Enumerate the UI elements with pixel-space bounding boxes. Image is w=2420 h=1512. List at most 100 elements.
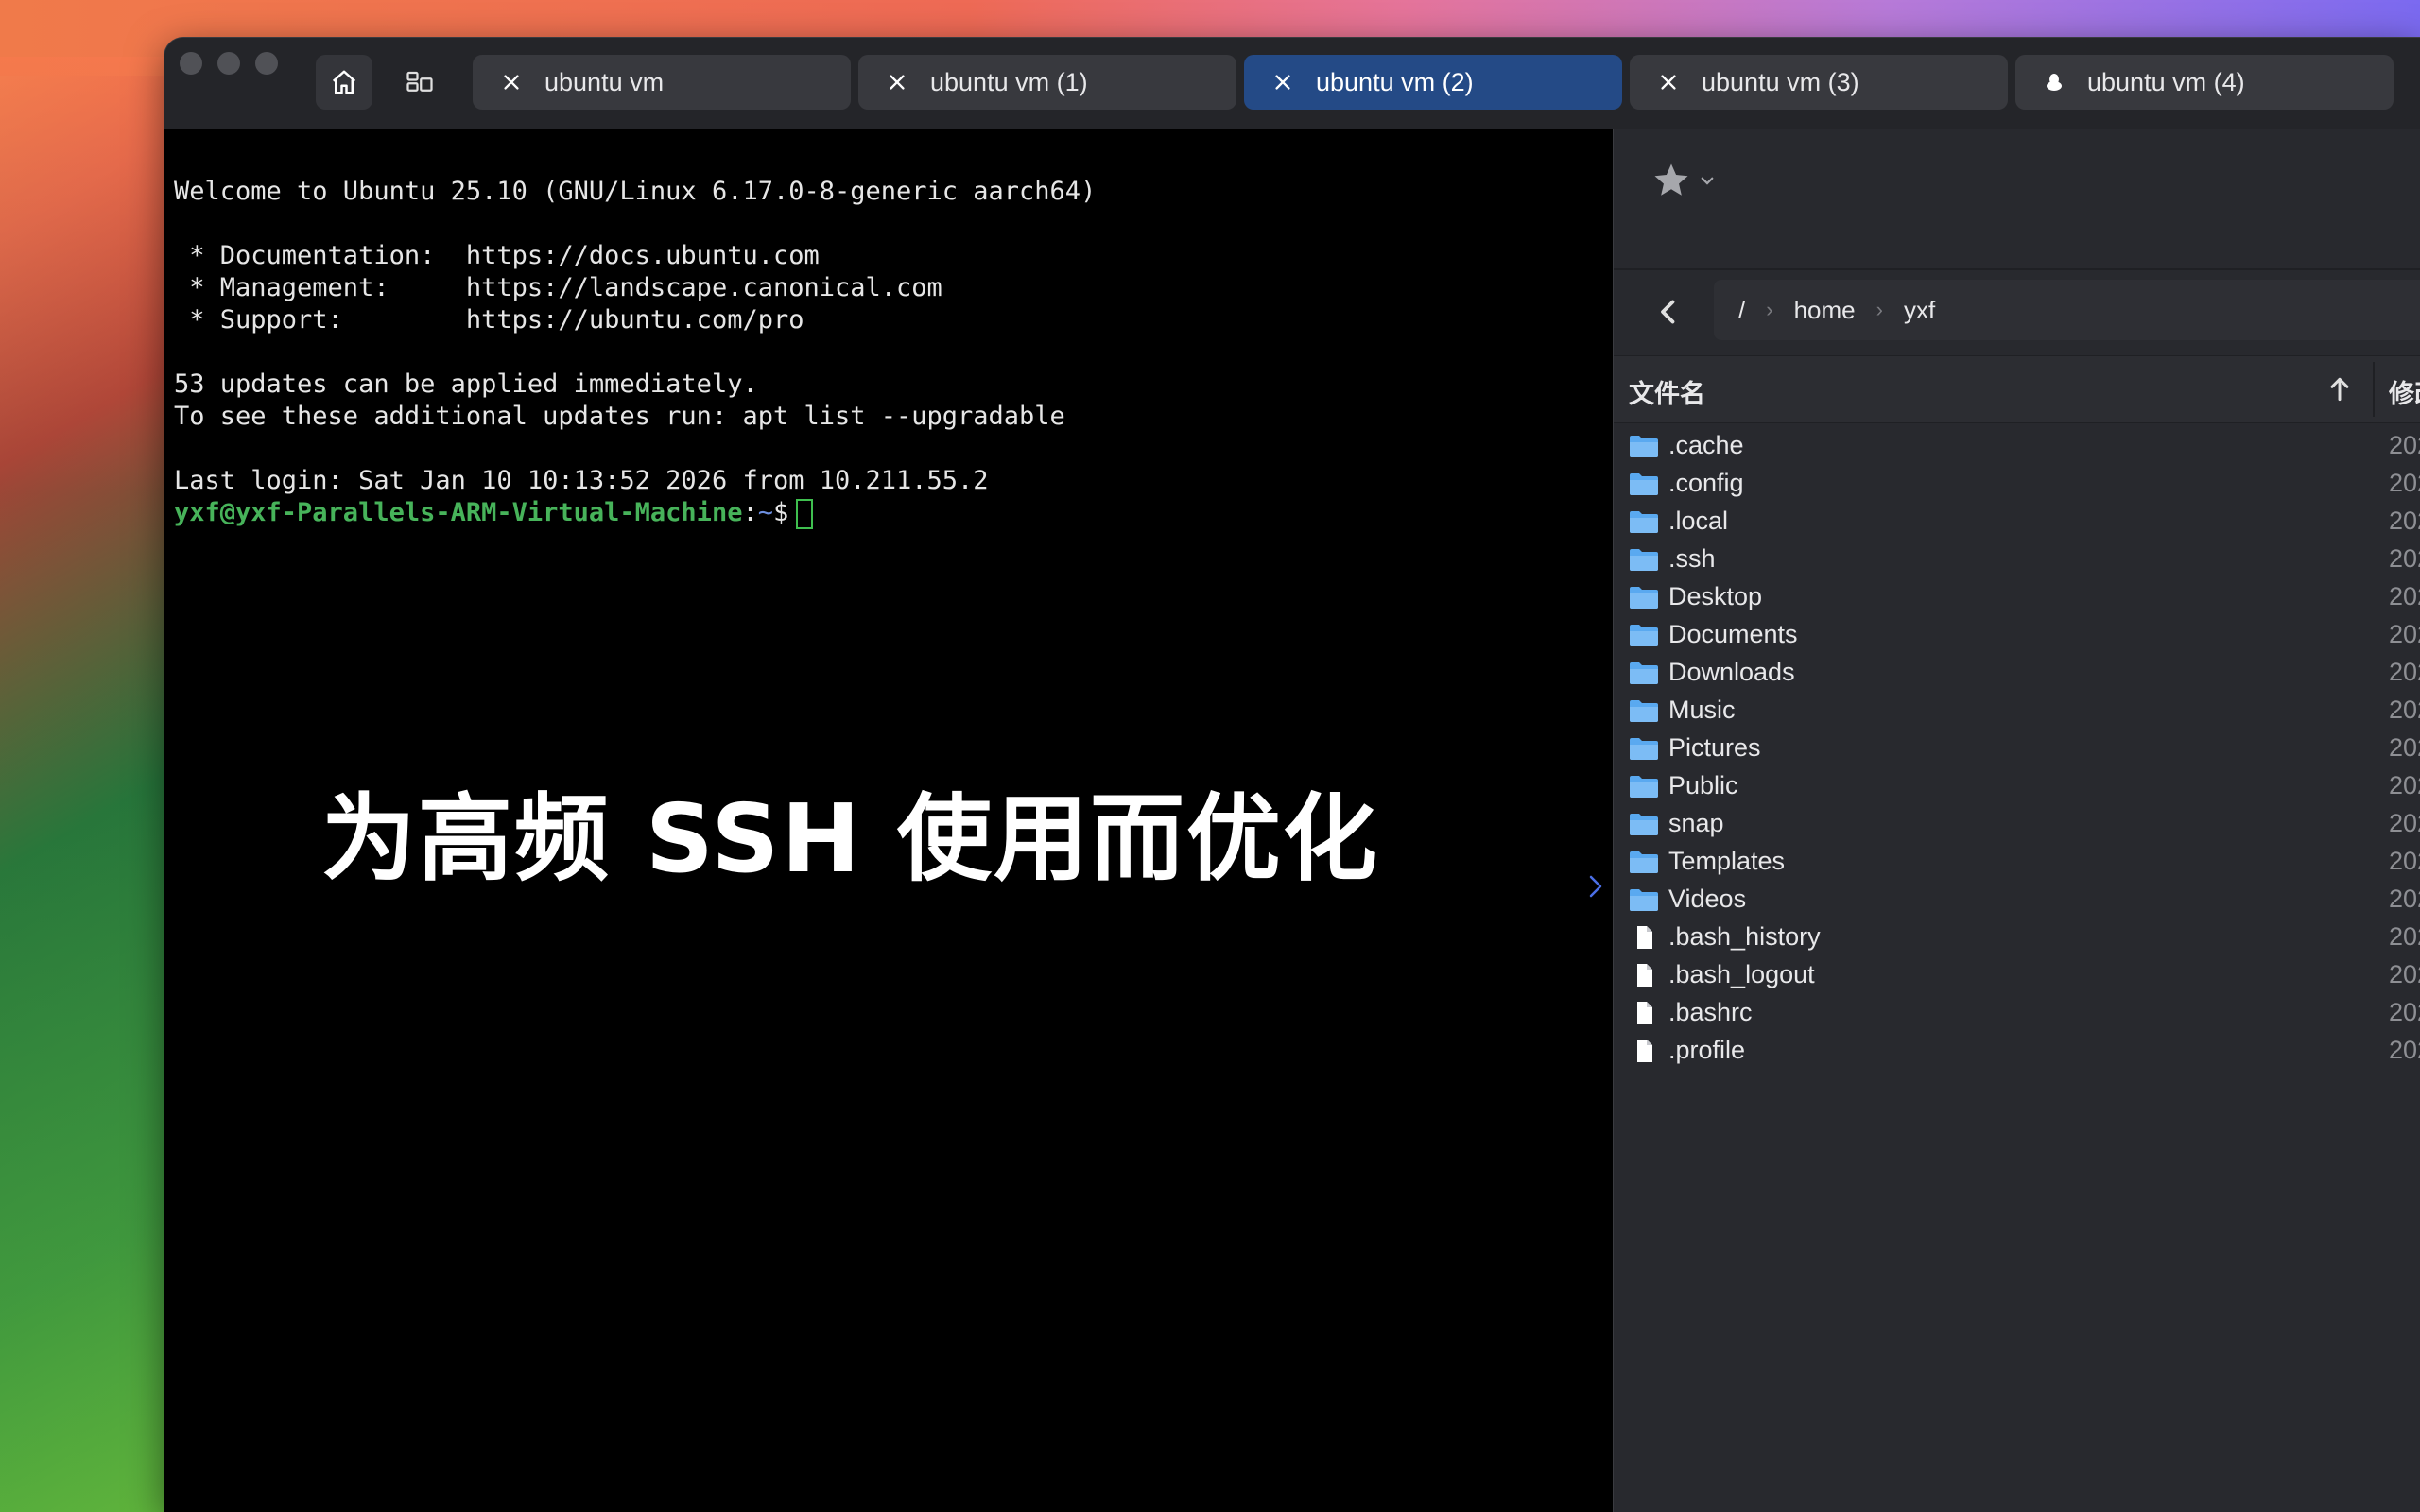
close-icon[interactable] bbox=[499, 70, 524, 94]
file-icon bbox=[1629, 925, 1659, 952]
folder-icon bbox=[1629, 774, 1659, 800]
split-layout-button[interactable] bbox=[391, 55, 448, 110]
breadcrumb-item[interactable]: / bbox=[1738, 296, 1745, 325]
folder-icon bbox=[1629, 812, 1659, 838]
file-name: .profile bbox=[1668, 1036, 1746, 1064]
prompt-path: ~ bbox=[757, 498, 773, 527]
chevron-left-icon bbox=[1661, 300, 1675, 324]
tab-3[interactable]: ubuntu vm (3) bbox=[1630, 55, 2008, 110]
folder-icon bbox=[1629, 661, 1659, 687]
file-modified-date: 2025-12-29 08:3 bbox=[2389, 885, 2420, 913]
app-window: ubuntu vm ubuntu vm (1) ubuntu vm (2) ubunt… bbox=[164, 38, 2420, 1512]
list-item[interactable]: Public 2025-12-29 08:3 bbox=[1614, 767, 2420, 805]
layout-icon bbox=[406, 71, 433, 92]
breadcrumb-separator-icon: › bbox=[1766, 298, 1773, 321]
breadcrumb-item[interactable]: yxf bbox=[1904, 296, 1935, 325]
zoom-window-button[interactable] bbox=[255, 52, 278, 75]
file-name: Music bbox=[1668, 696, 1736, 724]
terminal-line: * Documentation: https://docs.ubuntu.com bbox=[174, 241, 820, 270]
list-item[interactable]: .cache 2025-12-29 08:4 bbox=[1614, 427, 2420, 465]
close-icon[interactable] bbox=[1656, 70, 1681, 94]
column-divider[interactable] bbox=[2373, 362, 2375, 417]
file-name: .bashrc bbox=[1668, 998, 1753, 1026]
terminal-line: To see these additional updates run: apt… bbox=[174, 402, 1065, 431]
penguin-icon bbox=[2042, 70, 2066, 94]
file-name: .cache bbox=[1668, 431, 1744, 459]
folder-icon bbox=[1629, 850, 1659, 876]
folder-icon bbox=[1629, 434, 1659, 460]
column-header-date[interactable]: 修改日期 bbox=[2389, 373, 2420, 410]
list-item[interactable]: Videos 2025-12-29 08:3 bbox=[1614, 881, 2420, 919]
file-name: Videos bbox=[1668, 885, 1747, 913]
list-item[interactable]: .bash_history 2026-01-10 10:1 bbox=[1614, 919, 2420, 956]
tab-label: ubuntu vm (4) bbox=[2087, 67, 2245, 96]
list-item[interactable]: .bashrc 2025-09-08 21:3 bbox=[1614, 994, 2420, 1032]
list-item[interactable]: Music 2025-12-29 08:3 bbox=[1614, 692, 2420, 730]
file-modified-date: 2025-12-29 08:3 bbox=[2389, 733, 2420, 762]
file-modified-date: 2025-12-29 08:3 bbox=[2389, 544, 2420, 573]
file-list: .cache 2025-12-29 08:4 .config 2025-12-29 2… bbox=[1614, 427, 2420, 1070]
file-name: .bash_logout bbox=[1668, 960, 1815, 988]
list-item[interactable]: Desktop 2025-12-29 08:3 bbox=[1614, 578, 2420, 616]
file-modified-date: 2025-12-29 08:4 bbox=[2389, 431, 2420, 459]
list-item[interactable]: Documents 2025-12-29 08:3 bbox=[1614, 616, 2420, 654]
tab-4[interactable]: ubuntu vm (4) bbox=[2015, 55, 2394, 110]
file-modified-date: 2025-12-29 08:3 bbox=[2389, 507, 2420, 535]
file-modified-date: 2025-12-29 08:3 bbox=[2389, 658, 2420, 686]
list-item[interactable]: .bash_logout 2025-09-08 21:3 bbox=[1614, 956, 2420, 994]
home-button[interactable] bbox=[316, 55, 372, 110]
path-bar: / › home › yxf bbox=[1614, 270, 2420, 355]
file-name: Downloads bbox=[1668, 658, 1795, 686]
close-icon[interactable] bbox=[1270, 70, 1295, 94]
chevron-right-icon bbox=[1589, 875, 1602, 898]
list-item[interactable]: .config 2025-12-29 20:4 bbox=[1614, 465, 2420, 503]
terminal-cursor bbox=[796, 498, 814, 529]
tab-label: ubuntu vm (2) bbox=[1316, 67, 1474, 96]
file-modified-date: 2025-12-29 08:3 bbox=[2389, 582, 2420, 610]
favorites-button[interactable] bbox=[1651, 157, 1716, 204]
tab-1[interactable]: ubuntu vm (1) bbox=[858, 55, 1236, 110]
file-name: .config bbox=[1668, 469, 1744, 497]
list-item[interactable]: .profile 2025-09-08 21:3 bbox=[1614, 1032, 2420, 1070]
file-name: Desktop bbox=[1668, 582, 1763, 610]
terminal-line: * Management: https://landscape.canonica… bbox=[174, 273, 942, 302]
file-modified-date: 2025-12-29 08:3 bbox=[2389, 847, 2420, 875]
folder-icon bbox=[1629, 698, 1659, 725]
list-item[interactable]: Downloads 2025-12-29 08:3 bbox=[1614, 654, 2420, 692]
tab-label: ubuntu vm (1) bbox=[930, 67, 1088, 96]
file-modified-date: 2026-01-10 10:1 bbox=[2389, 922, 2420, 951]
folder-icon bbox=[1629, 547, 1659, 574]
list-item[interactable]: Templates 2025-12-29 08:3 bbox=[1614, 843, 2420, 881]
column-header-name[interactable]: 文件名 bbox=[1629, 373, 1705, 410]
breadcrumb-item[interactable]: home bbox=[1794, 296, 1856, 325]
toggle-panel-button[interactable] bbox=[1584, 869, 1607, 903]
file-name: Public bbox=[1668, 771, 1738, 799]
folder-icon bbox=[1629, 887, 1659, 914]
title-bar: ubuntu vm ubuntu vm (1) ubuntu vm (2) ubunt… bbox=[164, 38, 2420, 129]
folder-icon bbox=[1629, 585, 1659, 611]
tab-2[interactable]: ubuntu vm (2) bbox=[1244, 55, 1622, 110]
terminal-pane[interactable]: Welcome to Ubuntu 25.10 (GNU/Linux 6.17.… bbox=[164, 129, 1613, 1512]
file-name: snap bbox=[1668, 809, 1724, 837]
list-item[interactable]: snap 2025-12-29 08:3 bbox=[1614, 805, 2420, 843]
file-name: .local bbox=[1668, 507, 1729, 535]
tab-0[interactable]: ubuntu vm bbox=[473, 55, 851, 110]
list-item[interactable]: .local 2025-12-29 08:3 bbox=[1614, 503, 2420, 541]
folder-icon bbox=[1629, 736, 1659, 763]
close-icon[interactable] bbox=[885, 70, 909, 94]
minimize-window-button[interactable] bbox=[217, 52, 240, 75]
back-button[interactable] bbox=[1651, 295, 1685, 329]
folder-icon bbox=[1629, 509, 1659, 536]
terminal-output: Welcome to Ubuntu 25.10 (GNU/Linux 6.17.… bbox=[174, 176, 1096, 529]
close-window-button[interactable] bbox=[180, 52, 202, 75]
breadcrumb: / › home › yxf bbox=[1714, 280, 2420, 340]
list-item[interactable]: Pictures 2025-12-29 08:3 bbox=[1614, 730, 2420, 767]
file-modified-date: 2025-09-08 21:3 bbox=[2389, 1036, 2420, 1064]
file-icon bbox=[1629, 1001, 1659, 1027]
list-item[interactable]: .ssh 2025-12-29 08:3 bbox=[1614, 541, 2420, 578]
terminal-line: 53 updates can be applied immediately. bbox=[174, 369, 758, 399]
terminal-prompt: yxf@yxf-Parallels-ARM-Virtual-Machine:~$ bbox=[174, 497, 1096, 529]
sort-ascending-icon[interactable] bbox=[2325, 373, 2355, 405]
file-name: Documents bbox=[1668, 620, 1798, 648]
